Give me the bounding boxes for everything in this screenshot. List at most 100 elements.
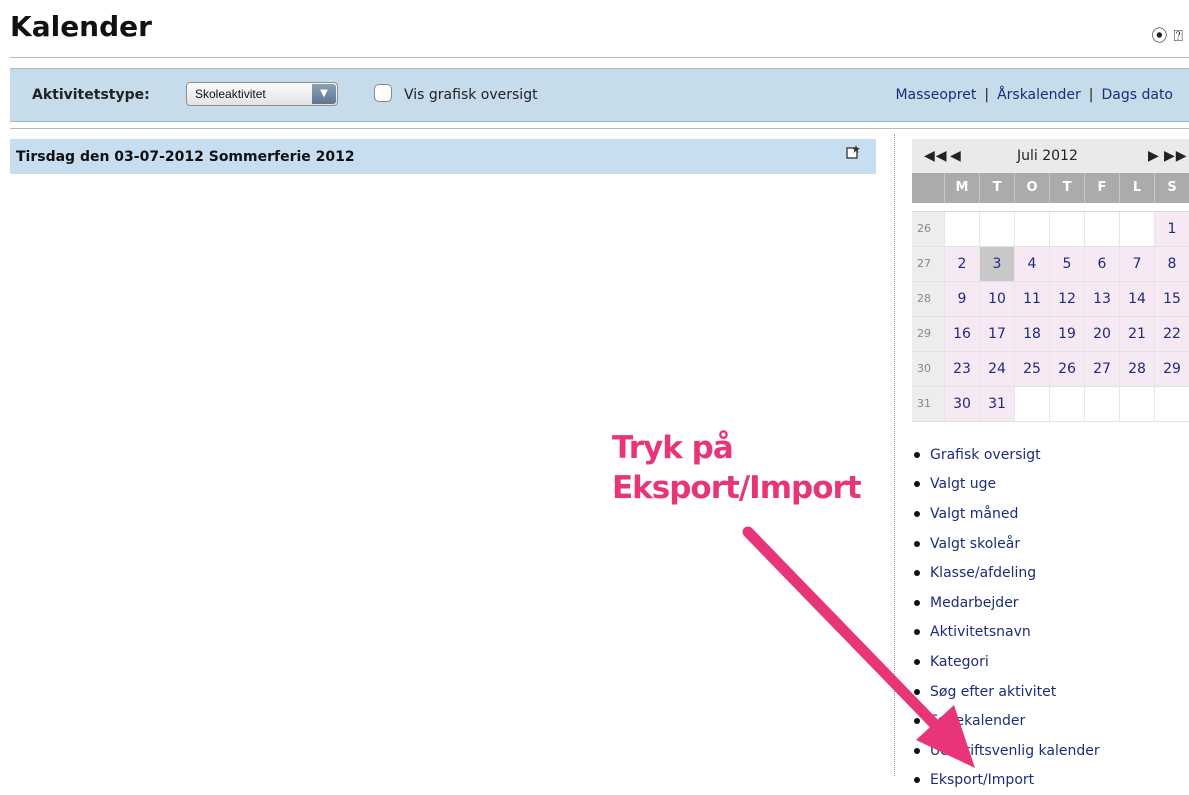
calendar-day[interactable]: 4 — [1014, 247, 1049, 281]
weekday-label: F — [1084, 173, 1119, 203]
calendar-day[interactable]: 30 — [944, 387, 979, 421]
link-dags-dato[interactable]: Dags dato — [1101, 87, 1173, 103]
calendar-day[interactable]: 20 — [1084, 317, 1119, 351]
weekday-label: M — [944, 173, 979, 203]
week-number[interactable]: 27 — [912, 247, 944, 281]
bullet-icon — [914, 481, 920, 488]
calendar-day[interactable]: 15 — [1154, 282, 1189, 316]
side-link-item: Grafisk oversigt — [912, 440, 1100, 470]
weekday-label: T — [1049, 173, 1084, 203]
calendar-day[interactable]: 24 — [979, 352, 1014, 386]
bullet-icon — [914, 718, 920, 725]
week-number[interactable]: 29 — [912, 317, 944, 351]
toolbar: Aktivitetstype: Skoleaktivitet ▼ Vis gra… — [10, 68, 1189, 122]
calendar-empty-cell — [1084, 212, 1119, 246]
chevron-down-icon[interactable]: ▼ — [312, 84, 336, 104]
graphic-overview-checkbox[interactable] — [374, 84, 392, 102]
calendar-day[interactable]: 13 — [1084, 282, 1119, 316]
calendar-day[interactable]: 12 — [1049, 282, 1084, 316]
calendar-day[interactable]: 26 — [1049, 352, 1084, 386]
calendar-day[interactable]: 3 — [979, 247, 1014, 281]
calendar-day[interactable]: 1 — [1154, 212, 1189, 246]
calendar-day[interactable]: 2 — [944, 247, 979, 281]
side-link-item: Eksport/Import — [912, 766, 1100, 795]
side-link[interactable]: Valgt måned — [930, 506, 1018, 522]
week-number[interactable]: 26 — [912, 212, 944, 246]
calendar-week-row: 31 30 31 — [912, 387, 1189, 422]
link-aarskalender[interactable]: Årskalender — [997, 87, 1081, 103]
new-note-icon[interactable] — [846, 145, 860, 159]
calendar-day[interactable]: 16 — [944, 317, 979, 351]
calendar-day[interactable]: 27 — [1084, 352, 1119, 386]
side-link-item: Feriekalender — [912, 706, 1100, 736]
calendar-week-row: 28 9 10 11 12 13 14 15 — [912, 282, 1189, 317]
divider — [10, 57, 1189, 58]
weekday-header: MTOTFLS — [912, 173, 1189, 203]
week-number[interactable]: 28 — [912, 282, 944, 316]
calendar-gap — [912, 203, 1189, 212]
play-circle-icon[interactable]: ⦿ — [1151, 26, 1167, 45]
side-link[interactable]: Medarbejder — [930, 595, 1019, 611]
calendar-day[interactable]: 23 — [944, 352, 979, 386]
calendar-day[interactable]: 25 — [1014, 352, 1049, 386]
side-link[interactable]: Valgt skoleår — [930, 536, 1020, 552]
calendar-empty-cell — [1049, 212, 1084, 246]
calendar-empty-cell — [1119, 212, 1154, 246]
calendar-day[interactable]: 19 — [1049, 317, 1084, 351]
bullet-icon — [914, 658, 920, 665]
calendar-empty-cell — [1014, 212, 1049, 246]
side-link-item: Valgt skoleår — [912, 529, 1100, 559]
week-number[interactable]: 30 — [912, 352, 944, 386]
calendar-day[interactable]: 5 — [1049, 247, 1084, 281]
side-link[interactable]: Eksport/Import — [930, 772, 1034, 788]
calendar-day[interactable]: 17 — [979, 317, 1014, 351]
side-link[interactable]: Søg efter aktivitet — [930, 684, 1056, 700]
link-masseopret[interactable]: Masseopret — [895, 87, 976, 103]
calendar-day[interactable]: 9 — [944, 282, 979, 316]
calendar-empty-cell — [944, 212, 979, 246]
next-year-icon[interactable]: ▶▶ — [1164, 148, 1188, 164]
side-link[interactable]: Grafisk oversigt — [930, 447, 1041, 463]
bullet-icon — [914, 510, 920, 517]
bullet-icon — [914, 688, 920, 695]
calendar-day[interactable]: 7 — [1119, 247, 1154, 281]
activity-type-label: Aktivitetstype: — [32, 87, 150, 103]
calendar-day[interactable]: 28 — [1119, 352, 1154, 386]
bullet-icon — [914, 599, 920, 606]
activity-type-select[interactable]: Skoleaktivitet ▼ — [186, 82, 338, 106]
calendar-day[interactable]: 29 — [1154, 352, 1189, 386]
calendar-day[interactable]: 14 — [1119, 282, 1154, 316]
side-link[interactable]: Aktivitetsnavn — [930, 624, 1031, 640]
side-link[interactable]: Feriekalender — [930, 713, 1025, 729]
calendar-day[interactable]: 8 — [1154, 247, 1189, 281]
side-links: Grafisk oversigt Valgt uge Valgt måned Valg… — [912, 440, 1100, 795]
side-link[interactable]: Kategori — [930, 654, 989, 670]
weekday-label: L — [1119, 173, 1154, 203]
calendar-day[interactable]: 6 — [1084, 247, 1119, 281]
side-link[interactable]: Klasse/afdeling — [930, 565, 1036, 581]
calendar-empty-cell — [1014, 387, 1049, 421]
day-heading: Tirsdag den 03-07-2012 Sommerferie 2012 — [16, 149, 355, 165]
bullet-icon — [914, 570, 920, 577]
bullet-icon — [914, 451, 920, 458]
calendar-empty-cell — [1119, 387, 1154, 421]
calendar-day[interactable]: 22 — [1154, 317, 1189, 351]
prev-month-icon[interactable]: ◀ — [950, 148, 962, 164]
next-month-icon[interactable]: ▶ — [1148, 148, 1160, 164]
calendar-day[interactable]: 31 — [979, 387, 1014, 421]
weekday-label: O — [1014, 173, 1049, 203]
prev-year-icon[interactable]: ◀◀ — [924, 148, 948, 164]
graphic-overview-label: Vis grafisk oversigt — [404, 87, 538, 103]
calendar-day[interactable]: 11 — [1014, 282, 1049, 316]
divider — [10, 128, 1189, 129]
calendar-day[interactable]: 21 — [1119, 317, 1154, 351]
calendar-header: ◀◀ ◀ Juli 2012 ▶ ▶▶ — [912, 139, 1189, 173]
week-number[interactable]: 31 — [912, 387, 944, 421]
separator: | — [984, 87, 990, 103]
help-icon[interactable]: ⍰ — [1173, 26, 1183, 45]
side-link[interactable]: Udskriftsvenlig kalender — [930, 743, 1100, 759]
calendar-day[interactable]: 18 — [1014, 317, 1049, 351]
calendar-day[interactable]: 10 — [979, 282, 1014, 316]
top-icons: ⦿ ⍰ — [1145, 22, 1183, 46]
side-link[interactable]: Valgt uge — [930, 476, 996, 492]
